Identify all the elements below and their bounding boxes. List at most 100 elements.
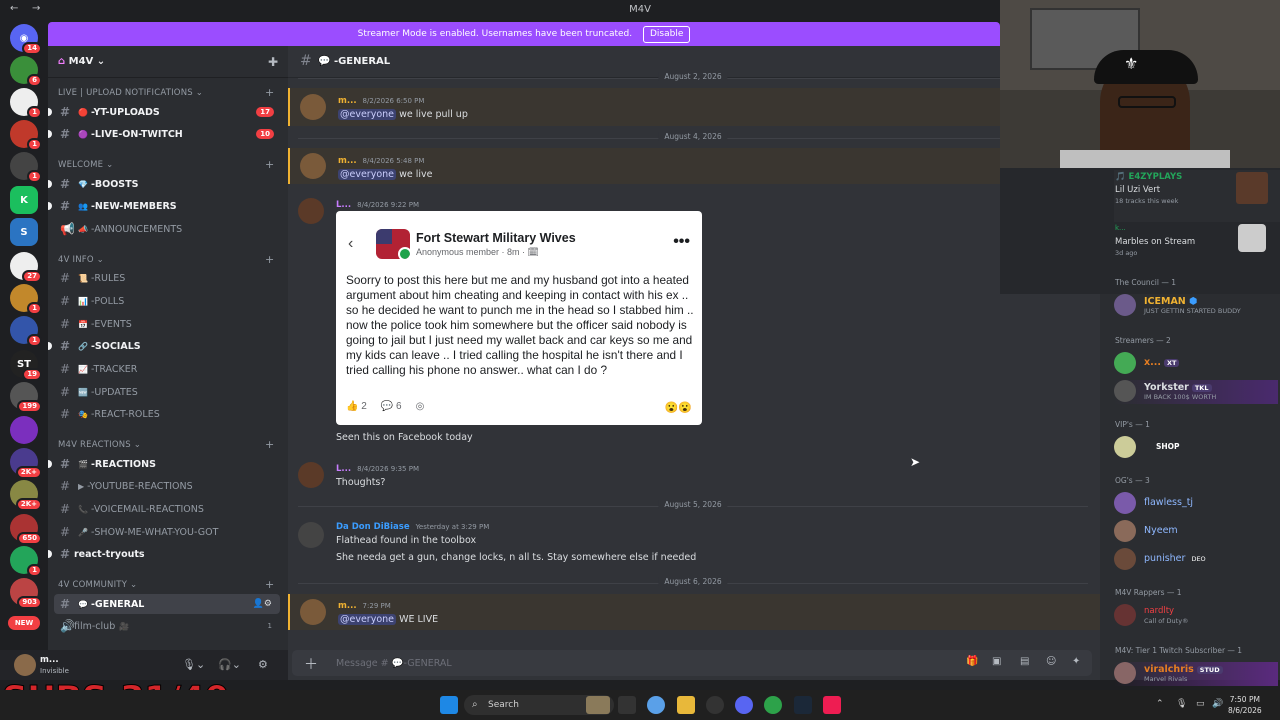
- member-item[interactable]: x... XT: [1114, 352, 1278, 376]
- server-icon[interactable]: 199: [10, 382, 42, 413]
- channel-reactions[interactable]: # 🎬 -REACTIONS: [48, 454, 280, 474]
- server-icon[interactable]: 903: [10, 578, 42, 609]
- gift-icon[interactable]: 🎁: [966, 656, 978, 667]
- category-community[interactable]: 4V COMMUNITY ⌄ +: [58, 578, 274, 591]
- channel-react-roles[interactable]: # 🎭 -REACT-ROLES: [54, 404, 280, 424]
- plus-icon: +: [265, 86, 275, 99]
- member-item[interactable]: viralchris STUD Marvel Rivals: [1114, 662, 1278, 686]
- tray-chevron-icon[interactable]: ⌃: [1156, 699, 1164, 709]
- comment-icon: 💬 6: [380, 401, 402, 412]
- guild-name: M4V: [68, 56, 94, 67]
- server-icon[interactable]: 2K+: [10, 448, 42, 479]
- emoji-icon[interactable]: ☺: [1046, 656, 1056, 667]
- everyone-mention[interactable]: @everyone: [338, 614, 397, 625]
- server-icon[interactable]: 1: [10, 88, 42, 119]
- member-item[interactable]: ICEMAN ⬢ JUST GETTIN STARTED BUDDY: [1114, 294, 1278, 318]
- channel-show-me-what-you-got[interactable]: # 🎤 -SHOW-ME-WHAT-YOU-GOT: [54, 522, 280, 542]
- member-item[interactable]: flawless_tj: [1114, 492, 1278, 516]
- avatar[interactable]: [300, 599, 326, 625]
- channel-socials[interactable]: # 🔗 -SOCIALS: [48, 336, 280, 356]
- member-item[interactable]: punisher DEO: [1114, 548, 1278, 572]
- channel-polls[interactable]: # 📊 -POLLS: [54, 291, 280, 311]
- channel-react-tryouts[interactable]: # react-tryouts: [48, 544, 280, 564]
- task-view-icon[interactable]: [618, 696, 636, 714]
- attach-plus-icon[interactable]: ＋: [304, 654, 318, 674]
- fb-reactions: 👍 2 💬 6 ◎: [346, 401, 424, 412]
- avatar[interactable]: [14, 654, 36, 676]
- volume-icon[interactable]: 🔊: [1212, 699, 1223, 709]
- discord-icon[interactable]: [735, 696, 753, 714]
- server-kick-icon[interactable]: K: [10, 186, 38, 214]
- disable-button[interactable]: Disable: [642, 26, 691, 43]
- facebook-post-image[interactable]: ‹ Fort Stewart Military Wives Anonymous …: [336, 211, 702, 425]
- obs-icon[interactable]: [706, 696, 724, 714]
- member-item[interactable]: SHOP: [1114, 436, 1278, 460]
- channel-updates[interactable]: # 🆕 -UPDATES: [54, 382, 280, 402]
- channel-live-on-twitch[interactable]: # 🟣 -LIVE-ON-TWITCH 10: [48, 124, 280, 144]
- server-icon[interactable]: 1: [10, 284, 42, 315]
- everyone-mention[interactable]: @everyone: [338, 109, 397, 120]
- channel-film-club[interactable]: 🔊 film-club 🎥 1: [54, 616, 280, 636]
- channel-boosts[interactable]: # 💎 -BOOSTS: [48, 174, 280, 194]
- server-icon[interactable]: 650: [10, 514, 42, 545]
- channel-new-members[interactable]: # 👥 -NEW-MEMBERS: [48, 196, 280, 216]
- category-info[interactable]: 4V INFO ⌄ +: [58, 253, 274, 266]
- server-icon[interactable]: 1: [10, 316, 42, 347]
- guild-header[interactable]: ⌂ M4V ⌄ ✚: [48, 46, 288, 78]
- settings-gear-icon: 👤⚙: [252, 599, 272, 609]
- category-live[interactable]: LIVE | UPLOAD NOTIFICATIONS ⌄ +: [58, 86, 274, 99]
- channel-announcements[interactable]: 📢 📣 -ANNOUNCEMENTS: [54, 219, 280, 239]
- copilot-icon[interactable]: [647, 696, 665, 714]
- settings-icon[interactable]: ⚙: [258, 658, 268, 671]
- category-reactions[interactable]: M4V REACTIONS ⌄ +: [58, 438, 274, 451]
- server-icon[interactable]: ST 19: [10, 350, 42, 381]
- clock[interactable]: 7:50 PM 8/6/2026: [1228, 694, 1262, 716]
- channel-rules[interactable]: # 📜 -RULES: [54, 268, 280, 288]
- gif-icon[interactable]: ▣: [992, 656, 1001, 667]
- server-icon[interactable]: 6: [10, 56, 42, 87]
- channel-tracker[interactable]: # 📈 -TRACKER: [54, 359, 280, 379]
- server-icon[interactable]: 2K+: [10, 480, 42, 511]
- apps-icon[interactable]: ✦: [1072, 656, 1080, 667]
- member-item[interactable]: Yorkster TKL IM BACK 100$ WORTH: [1114, 380, 1278, 404]
- date-divider: August 5, 2026: [298, 500, 1088, 509]
- member-item[interactable]: nardlty Call of Duty®: [1114, 604, 1278, 628]
- windows-start-icon[interactable]: [440, 696, 458, 714]
- avatar[interactable]: [298, 462, 324, 488]
- microphone-icon[interactable]: 🎙⌄: [182, 658, 205, 671]
- server-icon[interactable]: 1: [10, 546, 42, 577]
- sticker-icon[interactable]: ▤: [1020, 656, 1029, 667]
- mic-tray-icon[interactable]: 🎙: [1176, 699, 1187, 709]
- server-dm-icon[interactable]: ◉ 14: [10, 24, 42, 55]
- server-icon[interactable]: S: [10, 218, 38, 246]
- server-icon[interactable]: 1: [10, 120, 42, 151]
- network-icon[interactable]: ▭: [1196, 699, 1205, 709]
- category-welcome[interactable]: WELCOME ⌄ +: [58, 158, 274, 171]
- member-item[interactable]: Nyeem: [1114, 520, 1278, 544]
- avatar[interactable]: [300, 94, 326, 120]
- channel-events[interactable]: # 📅 -EVENTS: [54, 314, 280, 334]
- member-group-title: The Council — 1: [1115, 278, 1176, 287]
- message-input[interactable]: Message # 💬-GENERAL: [336, 658, 452, 669]
- server-icon[interactable]: 1: [10, 152, 42, 183]
- channel-yt-uploads[interactable]: # 🔴 -YT-UPLOADS 17: [48, 102, 280, 122]
- avatar[interactable]: [300, 153, 326, 179]
- add-member-icon[interactable]: ✚: [268, 46, 278, 78]
- windows-taskbar: ⌕ Search ⌃ 🎙 ▭ 🔊 7:50 PM 8/6/2026: [0, 690, 1280, 720]
- channel-voicemail-reactions[interactable]: # 📞 -VOICEMAIL-REACTIONS: [54, 499, 280, 519]
- everyone-mention[interactable]: @everyone: [338, 169, 397, 180]
- new-badge[interactable]: NEW: [8, 616, 40, 630]
- chrome-icon[interactable]: [764, 696, 782, 714]
- server-icon[interactable]: [10, 416, 38, 444]
- widget-icon[interactable]: [586, 696, 610, 714]
- channel-youtube-reactions[interactable]: # ▶ -YOUTUBE-REACTIONS: [54, 476, 280, 496]
- server-icon[interactable]: 27: [10, 252, 42, 283]
- file-explorer-icon[interactable]: [677, 696, 695, 714]
- tiktok-icon[interactable]: [823, 696, 841, 714]
- album-art: [1236, 172, 1268, 204]
- steam-icon[interactable]: [794, 696, 812, 714]
- channel-general[interactable]: # 💬 -GENERAL 👤⚙: [54, 594, 280, 614]
- headphones-icon[interactable]: 🎧⌄: [218, 658, 241, 671]
- avatar[interactable]: [298, 522, 324, 548]
- avatar[interactable]: [298, 198, 324, 224]
